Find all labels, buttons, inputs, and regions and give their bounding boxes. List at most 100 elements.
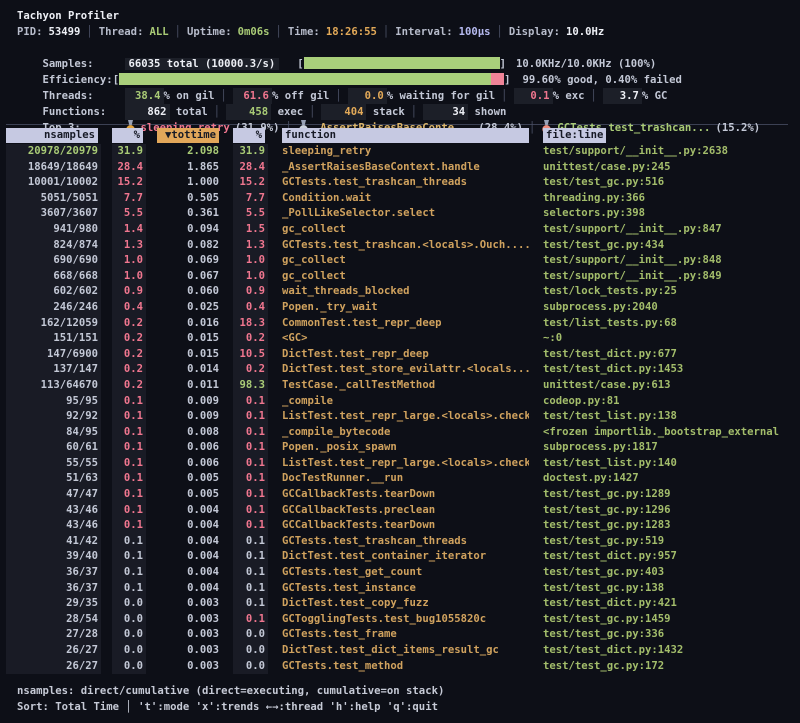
samples-count: 66035 total (10000.3/s) xyxy=(125,58,280,70)
table-row: 47/470.10.0050.1GCCallbackTests.tearDown… xyxy=(6,487,792,503)
cell-pct-cumulative: 28.4 xyxy=(233,160,268,176)
cell-function: DictTest.test_copy_fuzz xyxy=(279,596,529,612)
cell-pct-direct: 0.1 xyxy=(112,503,146,519)
cell-pct-direct: 15.2 xyxy=(112,175,146,191)
cell-file-line: test/test_gc.py:138 xyxy=(540,581,792,597)
cell-function: ListTest.test_repr_large.<locals>.check xyxy=(279,409,529,425)
cell-pct-cumulative: 0.1 xyxy=(233,425,268,441)
cell-nsamples: 18649/18649 xyxy=(6,160,101,176)
efficiency-label: Efficiency: xyxy=(43,74,113,86)
cell-nsamples: 36/37 xyxy=(6,565,101,581)
stat-unit: stack xyxy=(366,106,404,118)
status-item-value: 18:26:55 xyxy=(326,26,377,38)
cell-tottime: 0.009 xyxy=(157,394,222,410)
cell-pct-direct: 7.7 xyxy=(112,191,146,207)
cell-function: DocTestRunner.__run xyxy=(279,471,529,487)
cell-tottime: 0.005 xyxy=(157,487,222,503)
cell-pct-cumulative: 0.1 xyxy=(233,394,268,410)
status-item-label: Time: xyxy=(288,26,320,38)
cell-pct-cumulative: 0.1 xyxy=(233,565,268,581)
cell-file-line: ~:0 xyxy=(540,331,792,347)
column-header-tottime[interactable]: ▼tottime xyxy=(157,128,222,143)
status-item-value: 100µs xyxy=(459,26,491,38)
column-header-pct-direct[interactable]: % xyxy=(112,128,146,143)
cell-nsamples: 51/63 xyxy=(6,471,101,487)
samples-bar xyxy=(304,57,500,69)
stat-value: 0.1 xyxy=(514,88,553,104)
cell-pct-direct: 0.2 xyxy=(112,347,146,363)
table-row: 941/9801.40.0941.5gc_collecttest/support… xyxy=(6,222,792,238)
cell-pct-direct: 0.1 xyxy=(112,518,146,534)
cell-function: gc_collect xyxy=(279,222,529,238)
cell-tottime: 0.094 xyxy=(157,222,222,238)
table-row: 137/1470.20.0140.2DictTest.test_store_ev… xyxy=(6,362,792,378)
cell-pct-direct: 1.3 xyxy=(112,238,146,254)
stat-value: 3.7 xyxy=(603,88,642,104)
column-header-file-line[interactable]: file:line xyxy=(540,128,792,143)
cell-nsamples: 92/92 xyxy=(6,409,101,425)
cell-file-line: test/test_list.py:138 xyxy=(540,409,792,425)
stat-unit: % off gil xyxy=(272,90,329,102)
stat-unit: % GC xyxy=(642,90,668,102)
cell-function: GCTests.test_trashcan_threads xyxy=(279,534,529,550)
cell-pct-cumulative: 0.1 xyxy=(233,440,268,456)
cell-pct-direct: 0.9 xyxy=(112,284,146,300)
cell-tottime: 0.006 xyxy=(157,456,222,472)
cell-pct-direct: 0.0 xyxy=(112,627,146,643)
functions-label: Functions: xyxy=(43,104,125,120)
stat-value: 61.6 xyxy=(233,88,272,104)
cell-file-line: test/test_gc.py:1296 xyxy=(540,503,792,519)
status-item: PID:53499 xyxy=(17,26,80,38)
cell-pct-direct: 0.1 xyxy=(112,456,146,472)
table-row: 28/540.00.0030.1GCTogglingTests.test_bug… xyxy=(6,612,792,628)
cell-pct-cumulative: 0.1 xyxy=(233,503,268,519)
cell-nsamples: 41/42 xyxy=(6,534,101,550)
status-item: Thread:ALL xyxy=(99,26,169,38)
cell-tottime: 0.004 xyxy=(157,518,222,534)
status-item-value: ALL xyxy=(149,26,168,38)
cell-tottime: 0.361 xyxy=(157,206,222,222)
footer: nsamples: direct/cumulative (direct=exec… xyxy=(0,683,800,715)
table-row: 29/350.00.0030.1DictTest.test_copy_fuzzt… xyxy=(6,596,792,612)
cell-pct-direct: 0.1 xyxy=(112,394,146,410)
cell-function: GCTogglingTests.test_bug1055820c xyxy=(279,612,529,628)
thread-stat: 38.4% on gil xyxy=(125,90,215,102)
status-item-value: 0m06s xyxy=(238,26,270,38)
cell-pct-cumulative: 1.0 xyxy=(233,253,268,269)
cell-file-line: subprocess.py:1817 xyxy=(540,440,792,456)
cell-nsamples: 824/874 xyxy=(6,238,101,254)
cell-function: GCCallbackTests.preclean xyxy=(279,503,529,519)
status-item: Interval:100µs xyxy=(395,26,490,38)
cell-nsamples: 20978/20979 xyxy=(6,144,101,160)
cell-function: _compile_bytecode xyxy=(279,425,529,441)
cell-nsamples: 690/690 xyxy=(6,253,101,269)
table-row: 39/400.10.0040.1DictTest.test_container_… xyxy=(6,549,792,565)
cell-function: GCTests.test_get_count xyxy=(279,565,529,581)
separator: │ xyxy=(276,26,282,38)
table-row: 162/120590.20.01618.3CommonTest.test_rep… xyxy=(6,316,792,332)
cell-tottime: 0.003 xyxy=(157,643,222,659)
thread-stat: 0.1% exc xyxy=(514,90,585,102)
cell-nsamples: 137/147 xyxy=(6,362,101,378)
stat-unit: total xyxy=(170,106,208,118)
cell-function: DictTest.test_dict_items_result_gc xyxy=(279,643,529,659)
cell-file-line: test/test_dict.py:1432 xyxy=(540,643,792,659)
stat-value: 34 xyxy=(423,104,468,120)
cell-nsamples: 60/61 xyxy=(6,440,101,456)
stat-unit: % exc xyxy=(553,90,585,102)
stat-value: 862 xyxy=(125,104,170,120)
cell-pct-cumulative: 0.1 xyxy=(233,581,268,597)
column-header-nsamples[interactable]: nsamples xyxy=(6,128,101,143)
cell-function: DictTest.test_store_evilattr.<locals... xyxy=(279,362,529,378)
cell-pct-cumulative: 18.3 xyxy=(233,316,268,332)
table-row: 36/370.10.0040.1GCTests.test_get_countte… xyxy=(6,565,792,581)
stat-unit: exec xyxy=(271,106,303,118)
cell-file-line: test/test_gc.py:403 xyxy=(540,565,792,581)
cell-tottime: 0.011 xyxy=(157,378,222,394)
cell-nsamples: 162/12059 xyxy=(6,316,101,332)
samples-bar-fill xyxy=(304,57,500,69)
column-header-function[interactable]: function xyxy=(279,128,529,143)
cell-pct-cumulative: 0.1 xyxy=(233,612,268,628)
column-header-pct-cumulative[interactable]: % xyxy=(233,128,268,143)
cell-nsamples: 668/668 xyxy=(6,269,101,285)
